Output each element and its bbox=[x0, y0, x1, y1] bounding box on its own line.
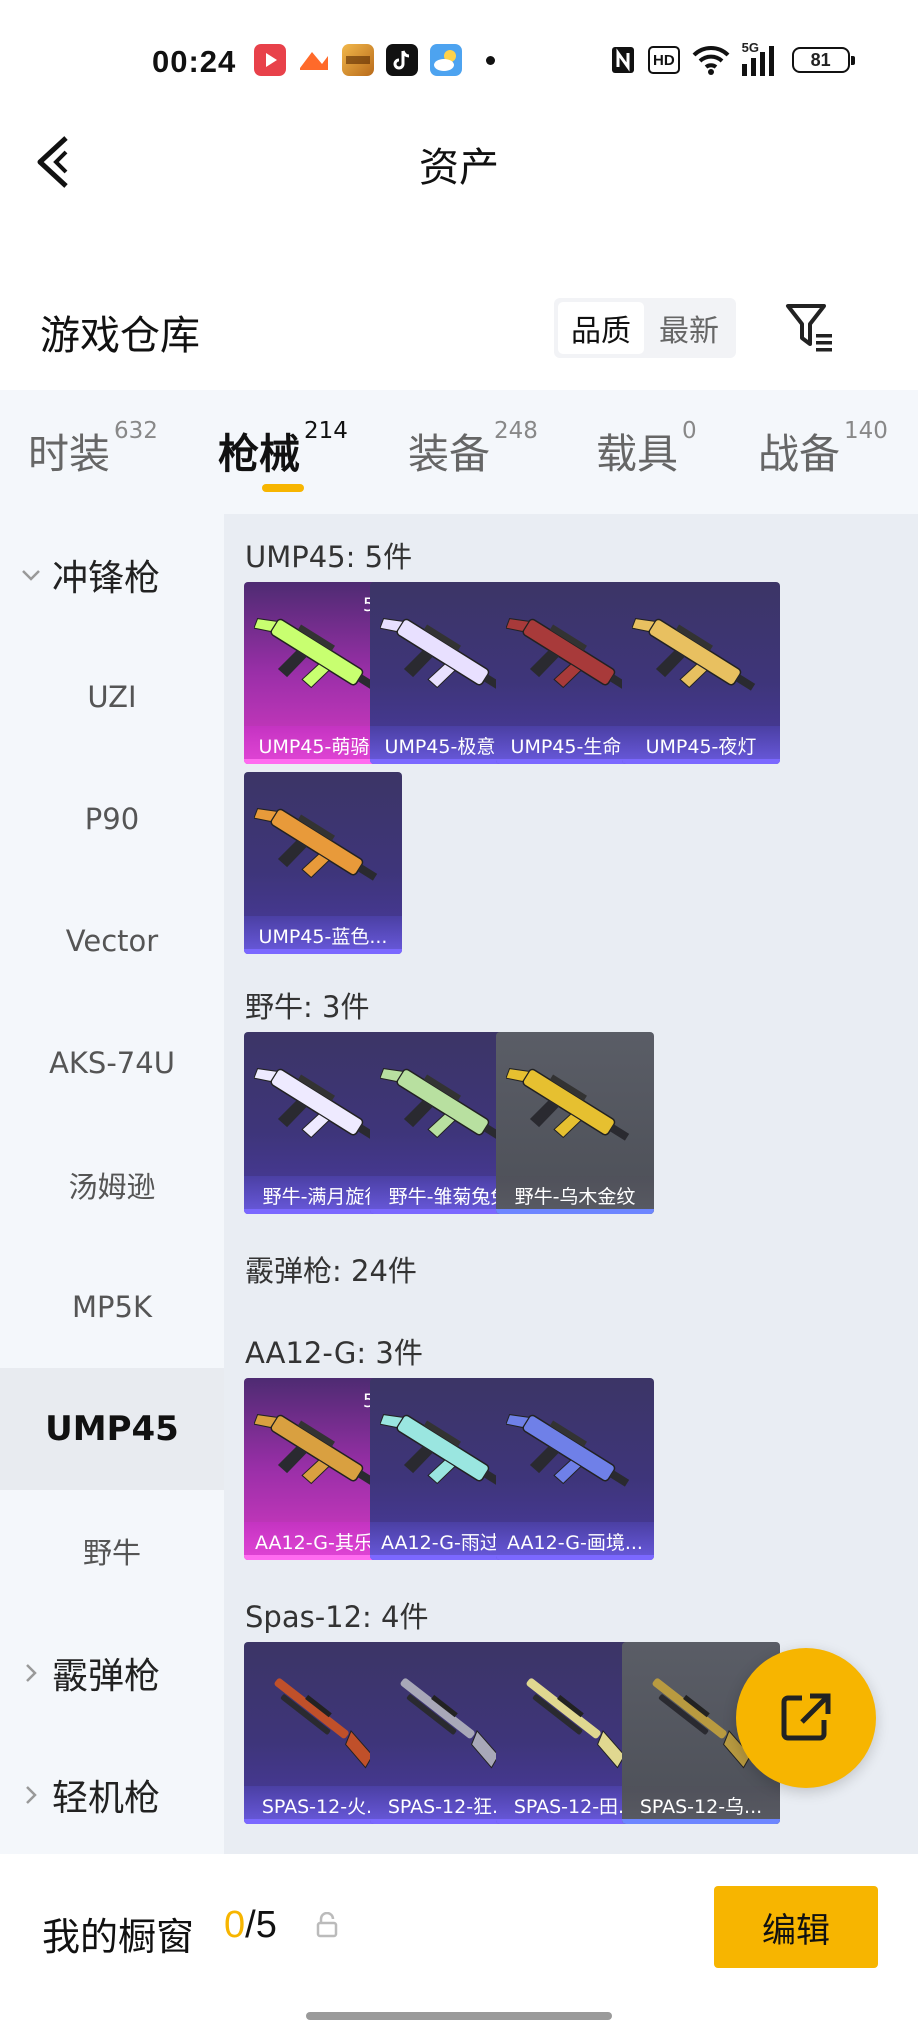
sort-newest-button[interactable]: 最新 bbox=[646, 302, 732, 354]
showcase-label: 我的橱窗 bbox=[42, 1915, 195, 1959]
warehouse-title: 游戏仓库 bbox=[40, 313, 200, 359]
sort-quality-button[interactable]: 品质 bbox=[558, 302, 644, 354]
sidebar-item-uzi[interactable]: UZI bbox=[0, 636, 224, 758]
aa12-gun-icon bbox=[506, 1414, 630, 1487]
share-button[interactable] bbox=[736, 1648, 876, 1788]
lock-icon bbox=[316, 1912, 338, 1938]
rarity-bar bbox=[496, 1555, 654, 1560]
showcase-count: 0/5 bbox=[224, 1904, 277, 1946]
weapon-card[interactable]: AA12-G-画境... bbox=[496, 1378, 654, 1560]
signal-icon: 5G bbox=[741, 40, 780, 76]
section-title-aa12: AA12-G: 3件 bbox=[245, 1336, 423, 1370]
rarity-bar bbox=[244, 949, 402, 954]
section-title-shotgun: 霰弹枪: 24件 bbox=[245, 1254, 417, 1288]
nfc-icon bbox=[612, 47, 634, 73]
section-title-bizon: 野牛: 3件 bbox=[245, 990, 370, 1024]
sidebar-item-thompson[interactable]: 汤姆逊 bbox=[0, 1124, 224, 1246]
weapon-card[interactable]: UMP45-夜灯 bbox=[622, 582, 780, 764]
sidebar-item-bizon[interactable]: 野牛 bbox=[0, 1490, 224, 1612]
sidebar-group-lmg[interactable]: 轻机枪 bbox=[0, 1734, 224, 1856]
section-title-spas12: Spas-12: 4件 bbox=[245, 1600, 429, 1634]
sidebar-group-shotgun[interactable]: 霰弹枪 bbox=[0, 1612, 224, 1734]
tab-vehicles[interactable]: 载具 0 bbox=[596, 418, 697, 480]
section-title-ump45: UMP45: 5件 bbox=[245, 540, 413, 574]
bizon-gun-icon bbox=[506, 1068, 630, 1141]
sort-toggle: 品质 最新 bbox=[554, 298, 736, 358]
sidebar-item-aks74u[interactable]: AKS-74U bbox=[0, 1002, 224, 1124]
rarity-bar bbox=[496, 1209, 654, 1214]
filter-icon bbox=[786, 304, 832, 352]
tab-active-indicator bbox=[262, 484, 304, 492]
clock: 00:24 bbox=[152, 44, 237, 79]
weapon-card[interactable]: 野牛-乌木金纹 bbox=[496, 1032, 654, 1214]
tiktok-icon bbox=[386, 44, 418, 76]
home-indicator[interactable] bbox=[306, 2012, 612, 2020]
weather-icon bbox=[430, 44, 462, 76]
chevron-right-icon bbox=[26, 1664, 37, 1682]
ump45-gun-icon bbox=[632, 618, 756, 691]
ump45-gun-icon bbox=[254, 808, 378, 881]
system-icons: HD 5G 81 bbox=[610, 40, 855, 78]
sidebar-item-ump45[interactable]: UMP45 bbox=[0, 1368, 224, 1490]
wifi-icon bbox=[692, 45, 730, 75]
weapon-type-sidebar: 冲锋枪 UZI P90 Vector AKS-74U 汤姆逊 MP5K UMP4… bbox=[0, 514, 224, 1854]
tab-supplies[interactable]: 战备 140 bbox=[758, 418, 888, 480]
sidebar-group-smg[interactable]: 冲锋枪 bbox=[0, 514, 224, 636]
notification-dot-icon bbox=[486, 56, 495, 65]
category-tabs: 时装 632 枪械 214 装备 248 载具 0 战备 140 bbox=[0, 390, 918, 514]
tab-fashion[interactable]: 时装 632 bbox=[28, 418, 158, 480]
rarity-bar bbox=[622, 759, 780, 764]
share-icon bbox=[781, 1693, 831, 1741]
tab-firearms[interactable]: 枪械 214 bbox=[218, 418, 348, 480]
game-app-icon bbox=[298, 44, 330, 76]
hd-icon: HD bbox=[648, 46, 680, 74]
battery-icon: 81 bbox=[791, 47, 855, 73]
filter-button[interactable] bbox=[784, 300, 840, 356]
status-bar: 00:24 HD 5G 81 bbox=[0, 0, 918, 120]
weapon-card[interactable]: UMP45-蓝色... bbox=[244, 772, 402, 954]
rarity-bar bbox=[622, 1819, 780, 1824]
chevron-down-icon bbox=[22, 570, 40, 581]
sidebar-item-p90[interactable]: P90 bbox=[0, 758, 224, 880]
tab-equipment[interactable]: 装备 248 bbox=[408, 418, 538, 480]
pubg-app-icon bbox=[342, 44, 374, 76]
page-title: 资产 bbox=[419, 145, 499, 191]
showcase-bar: 我的橱窗 0/5 编辑 bbox=[0, 1854, 918, 2040]
edit-button[interactable]: 编辑 bbox=[714, 1886, 878, 1968]
sidebar-item-mp5k[interactable]: MP5K bbox=[0, 1246, 224, 1368]
video-app-icon bbox=[254, 44, 286, 76]
sidebar-item-vector[interactable]: Vector bbox=[0, 880, 224, 1002]
chevron-right-icon bbox=[26, 1786, 37, 1804]
